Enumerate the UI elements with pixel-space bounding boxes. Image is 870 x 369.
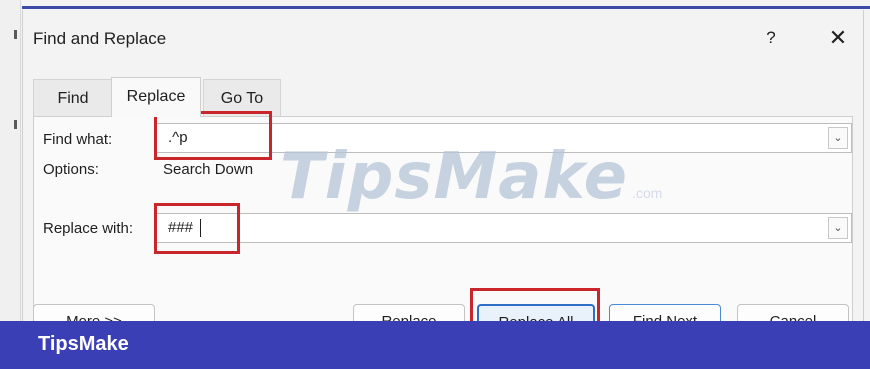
options-value: Search Down — [163, 161, 254, 178]
window-accent-line — [22, 6, 870, 9]
ruler-mark — [14, 30, 17, 39]
close-icon[interactable]: ✕ — [818, 23, 858, 53]
options-label: Options: — [43, 161, 99, 178]
ruler-mark — [14, 120, 17, 129]
find-highlight-box — [154, 111, 272, 160]
dialog-title: Find and Replace — [33, 29, 167, 48]
replace-with-input[interactable]: ### ⌄ — [155, 213, 852, 243]
replace-highlight-box — [154, 203, 240, 254]
tab-replace[interactable]: Replace — [111, 77, 201, 117]
tab-find[interactable]: Find — [33, 79, 113, 117]
chevron-down-icon[interactable]: ⌄ — [828, 217, 848, 239]
replace-with-label: Replace with: — [43, 220, 134, 237]
brand-banner: TipsMake — [0, 321, 870, 369]
screenshot-frame: Find and Replace ? ✕ Find Replace Go To … — [0, 0, 870, 369]
help-icon[interactable]: ? — [756, 23, 786, 53]
chevron-down-icon[interactable]: ⌄ — [828, 127, 848, 149]
find-what-label: Find what: — [43, 131, 113, 148]
banner-brand: TipsMake — [38, 333, 129, 355]
find-replace-dialog: Find and Replace ? ✕ Find Replace Go To … — [22, 10, 864, 344]
document-edge — [0, 0, 21, 369]
